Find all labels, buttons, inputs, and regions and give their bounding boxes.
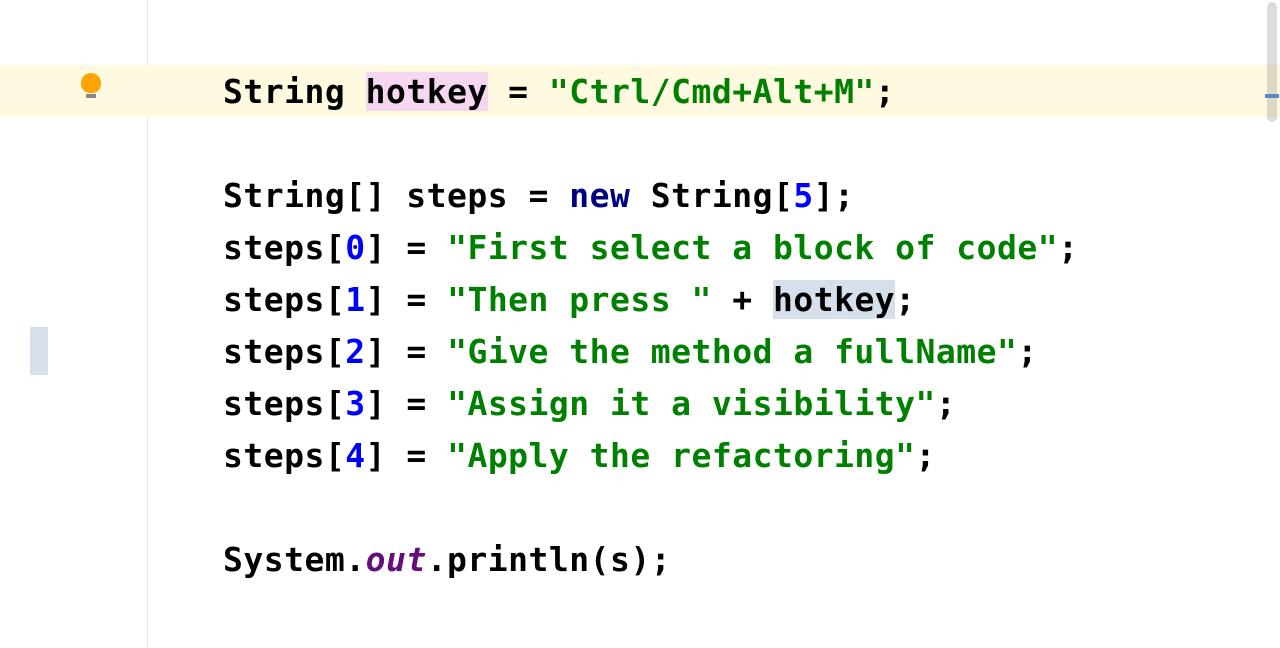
token-number: 2 <box>345 332 365 371</box>
minimap-marker[interactable] <box>1265 94 1279 98</box>
scrollbar-thumb[interactable] <box>1267 2 1277 122</box>
token-code: ] = <box>366 436 447 475</box>
token-code: steps[ <box>223 228 345 267</box>
token-code: System. <box>223 540 366 579</box>
token-code: ] = <box>366 384 447 423</box>
intention-bulb-icon[interactable] <box>80 73 102 101</box>
code-line[interactable]: System.out.println(s); <box>148 533 1280 585</box>
token-number: 4 <box>345 436 365 475</box>
code-line[interactable]: steps[1] = "Then press " + hotkey; <box>148 273 1280 325</box>
token-op: + <box>712 280 773 319</box>
token-number: 5 <box>793 176 813 215</box>
code-line[interactable] <box>148 0 1280 13</box>
code-line[interactable]: steps[4] = "Apply the refactoring"; <box>148 429 1280 481</box>
token-semi: ; <box>916 436 936 475</box>
token-semi: ; <box>895 280 915 319</box>
token-code: ] = <box>366 228 447 267</box>
token-semi: ; <box>936 384 956 423</box>
editor-scrollbar[interactable] <box>1264 0 1280 648</box>
token-semi: ; <box>875 72 895 111</box>
token-number: 3 <box>345 384 365 423</box>
code-line[interactable]: steps[0] = "First select a block of code… <box>148 221 1280 273</box>
token-code: String[] steps = <box>223 176 569 215</box>
token-variable-declaration[interactable]: hotkey <box>366 72 488 111</box>
code-line[interactable]: steps[2] = "Give the method a fullName"; <box>148 325 1280 377</box>
token-string: "Ctrl/Cmd+Alt+M" <box>549 72 875 111</box>
token-string: "Give the method a fullName" <box>447 332 1017 371</box>
token-code: ]; <box>814 176 855 215</box>
icon-gutter[interactable] <box>50 0 148 648</box>
token-keyword-new: new <box>569 176 630 215</box>
code-line-blank[interactable] <box>148 117 1280 169</box>
code-editor[interactable]: String hotkey = "Ctrl/Cmd+Alt+M"; String… <box>0 0 1280 648</box>
token-code: steps[ <box>223 384 345 423</box>
token-type: String <box>223 72 345 111</box>
token-code: ] = <box>366 332 447 371</box>
token-code: String[ <box>630 176 793 215</box>
token-code: steps[ <box>223 436 345 475</box>
code-line-current[interactable]: String hotkey = "Ctrl/Cmd+Alt+M"; <box>148 65 1280 117</box>
token-code: steps[ <box>223 332 345 371</box>
token-field-out: out <box>366 540 427 579</box>
token-semi: ; <box>1017 332 1037 371</box>
code-line-blank[interactable] <box>148 481 1280 533</box>
token-semi: ; <box>1058 228 1078 267</box>
token-string: "Apply the refactoring" <box>447 436 915 475</box>
token-string: "Then press " <box>447 280 712 319</box>
token-op: = <box>488 72 549 111</box>
token-code: steps[ <box>223 280 345 319</box>
token-string: "Assign it a visibility" <box>447 384 936 423</box>
gutter-line-marker[interactable] <box>30 327 48 375</box>
token-code: ] = <box>366 280 447 319</box>
token-number: 0 <box>345 228 365 267</box>
editor-viewport[interactable]: String hotkey = "Ctrl/Cmd+Alt+M"; String… <box>148 0 1280 648</box>
token-string: "First select a block of code" <box>447 228 1058 267</box>
token-number: 1 <box>345 280 365 319</box>
token-variable-usage[interactable]: hotkey <box>773 280 895 319</box>
token-code: .println(s); <box>427 540 671 579</box>
code-line-blank[interactable] <box>148 13 1280 65</box>
code-line[interactable]: String[] steps = new String[5]; <box>148 169 1280 221</box>
code-line[interactable]: steps[3] = "Assign it a visibility"; <box>148 377 1280 429</box>
